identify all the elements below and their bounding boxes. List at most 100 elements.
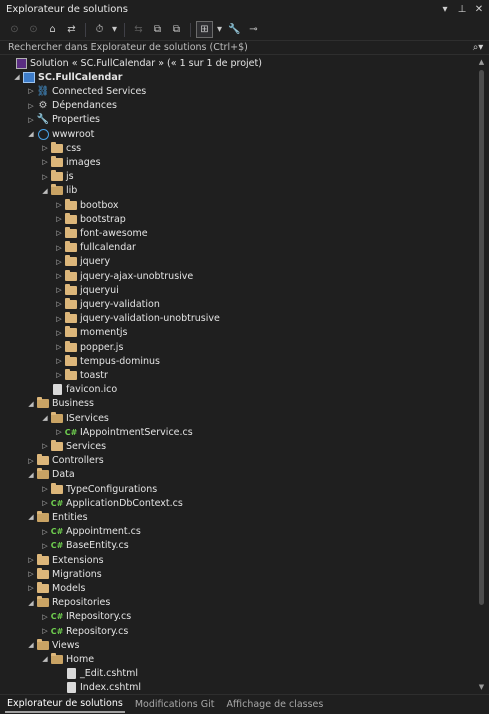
collapsed-arrow-icon[interactable]: ▷ — [40, 170, 50, 184]
tree-item[interactable]: ◢ Views — [0, 638, 474, 652]
tree-item[interactable]: ▷ popper.js — [0, 340, 474, 354]
collapsed-arrow-icon[interactable]: ▷ — [26, 567, 36, 581]
tree-item[interactable]: ▷ tempus-dominus — [0, 354, 474, 368]
tree-item[interactable]: ▷ jqueryui — [0, 283, 474, 297]
tree-item[interactable]: ◢ SC.FullCalendar — [0, 70, 474, 84]
close-icon[interactable]: ✕ — [472, 3, 486, 17]
collapsed-arrow-icon[interactable]: ▷ — [40, 482, 50, 496]
collapsed-arrow-icon[interactable]: ▷ — [54, 241, 64, 255]
vertical-scrollbar[interactable]: ▲ ▼ — [474, 56, 489, 694]
expanded-arrow-icon[interactable]: ◢ — [26, 638, 36, 652]
scroll-down-icon[interactable]: ▼ — [477, 683, 486, 692]
collapsed-arrow-icon[interactable]: ▷ — [54, 425, 64, 439]
collapsed-arrow-icon[interactable]: ▷ — [54, 368, 64, 382]
collapsed-arrow-icon[interactable]: ▷ — [40, 610, 50, 624]
expanded-arrow-icon[interactable]: ◢ — [26, 468, 36, 482]
tree-item[interactable]: ▷ C# ApplicationDbContext.cs — [0, 496, 474, 510]
properties-wrench-icon[interactable]: 🔧 — [226, 21, 243, 38]
collapsed-arrow-icon[interactable]: ▷ — [26, 553, 36, 567]
collapsed-arrow-icon[interactable]: ▷ — [54, 212, 64, 226]
scrollbar-thumb[interactable] — [479, 70, 484, 605]
collapsed-arrow-icon[interactable]: ▷ — [26, 454, 36, 468]
window-options-icon[interactable]: ▾ — [438, 3, 452, 17]
home-icon[interactable]: ⌂ — [44, 21, 61, 38]
back-arrow-icon[interactable]: ⊙ — [6, 21, 23, 38]
tab-affichage-de-classes[interactable]: Affichage de classes — [224, 697, 325, 712]
collapsed-arrow-icon[interactable]: ▷ — [54, 326, 64, 340]
tree-item[interactable]: Solution « SC.FullCalendar » (« 1 sur 1 … — [0, 56, 474, 70]
tree-item[interactable]: ▷ C# IAppointmentService.cs — [0, 425, 474, 439]
tree-item[interactable]: ▷ Models — [0, 581, 474, 595]
expanded-arrow-icon[interactable]: ◢ — [26, 596, 36, 610]
tree-item[interactable]: ▷ css — [0, 141, 474, 155]
tree-item[interactable]: ◢ wwwroot — [0, 127, 474, 141]
collapse-all-icon[interactable]: ⧉ — [149, 21, 166, 38]
tree-item[interactable]: ▷ bootstrap — [0, 212, 474, 226]
search-input[interactable]: Rechercher dans Explorateur de solutions… — [8, 42, 467, 53]
tree-item[interactable]: ▷ Extensions — [0, 553, 474, 567]
collapsed-arrow-icon[interactable]: ▷ — [40, 155, 50, 169]
collapsed-arrow-icon[interactable]: ▷ — [40, 439, 50, 453]
sync-icon[interactable]: ⇆ — [130, 21, 147, 38]
expanded-arrow-icon[interactable]: ◢ — [40, 652, 50, 666]
tree-item[interactable]: ◢ Data — [0, 468, 474, 482]
tree-item[interactable]: ▷ ⚙ Dépendances — [0, 99, 474, 113]
expanded-arrow-icon[interactable]: ◢ — [26, 127, 36, 141]
tree-item[interactable]: favicon.ico — [0, 383, 474, 397]
tree-item[interactable]: ▷ ⛓ Connected Services — [0, 84, 474, 98]
tree-item[interactable]: ▷ fullcalendar — [0, 241, 474, 255]
collapsed-arrow-icon[interactable]: ▷ — [26, 581, 36, 595]
tree-item[interactable]: ▷ momentjs — [0, 326, 474, 340]
collapsed-arrow-icon[interactable]: ▷ — [54, 312, 64, 326]
tree-item[interactable]: ▷ 🔧 Properties — [0, 113, 474, 127]
expanded-arrow-icon[interactable]: ◢ — [40, 184, 50, 198]
tree-item[interactable]: ▷ js — [0, 170, 474, 184]
tree-item[interactable]: ▷ images — [0, 155, 474, 169]
tree-item[interactable]: ▷ Controllers — [0, 454, 474, 468]
tree-item[interactable]: ▷ C# IRepository.cs — [0, 610, 474, 624]
expanded-arrow-icon[interactable]: ◢ — [12, 70, 22, 84]
collapsed-arrow-icon[interactable]: ▷ — [54, 283, 64, 297]
show-all-files-icon[interactable]: ⧉ — [168, 21, 185, 38]
tree-item[interactable]: ◢ Home — [0, 652, 474, 666]
collapsed-arrow-icon[interactable]: ▷ — [26, 99, 36, 113]
tree-view-icon[interactable]: ⊞ — [196, 21, 213, 38]
tree-item[interactable]: ◢ IServices — [0, 411, 474, 425]
forward-arrow-icon[interactable]: ⊙ — [25, 21, 42, 38]
collapsed-arrow-icon[interactable]: ▷ — [40, 141, 50, 155]
tree-item[interactable]: ▷ toastr — [0, 368, 474, 382]
tree-item[interactable]: ▷ C# Repository.cs — [0, 624, 474, 638]
pending-changes-filter-icon[interactable]: ⏱ — [91, 21, 108, 38]
collapsed-arrow-icon[interactable]: ▷ — [54, 255, 64, 269]
tree-item[interactable]: ▷ TypeConfigurations — [0, 482, 474, 496]
dropdown-icon[interactable]: ▾ — [215, 21, 224, 38]
collapsed-arrow-icon[interactable]: ▷ — [54, 226, 64, 240]
tree-item[interactable]: _Edit.cshtml — [0, 667, 474, 681]
search-icon[interactable]: ⌕▾ — [467, 42, 489, 53]
tree-item[interactable]: ◢ Business — [0, 397, 474, 411]
tree-item[interactable]: ▷ Services — [0, 439, 474, 453]
tree-item[interactable]: ▷ jquery — [0, 255, 474, 269]
tree-item[interactable]: ▷ Migrations — [0, 567, 474, 581]
tree-item[interactable]: ◢ Entities — [0, 510, 474, 524]
switch-views-icon[interactable]: ⇄ — [63, 21, 80, 38]
dropdown-icon[interactable]: ▾ — [110, 21, 119, 38]
expanded-arrow-icon[interactable]: ◢ — [40, 411, 50, 425]
tree-item[interactable]: ▷ C# Appointment.cs — [0, 525, 474, 539]
collapsed-arrow-icon[interactable]: ▷ — [54, 354, 64, 368]
collapsed-arrow-icon[interactable]: ▷ — [54, 340, 64, 354]
collapsed-arrow-icon[interactable]: ▷ — [26, 84, 36, 98]
tree-item[interactable]: ▷ jquery-ajax-unobtrusive — [0, 269, 474, 283]
collapsed-arrow-icon[interactable]: ▷ — [54, 297, 64, 311]
search-bar[interactable]: Rechercher dans Explorateur de solutions… — [0, 40, 489, 55]
tree-item[interactable]: ▷ bootbox — [0, 198, 474, 212]
collapsed-arrow-icon[interactable]: ▷ — [54, 269, 64, 283]
tree-item[interactable]: Index.cshtml — [0, 681, 474, 694]
preview-icon[interactable]: ⊸ — [245, 21, 262, 38]
scroll-up-icon[interactable]: ▲ — [477, 58, 486, 67]
collapsed-arrow-icon[interactable]: ▷ — [40, 496, 50, 510]
tab-modifications-git[interactable]: Modifications Git — [133, 697, 217, 712]
tree-item[interactable]: ◢ lib — [0, 184, 474, 198]
collapsed-arrow-icon[interactable]: ▷ — [40, 525, 50, 539]
collapsed-arrow-icon[interactable]: ▷ — [54, 198, 64, 212]
